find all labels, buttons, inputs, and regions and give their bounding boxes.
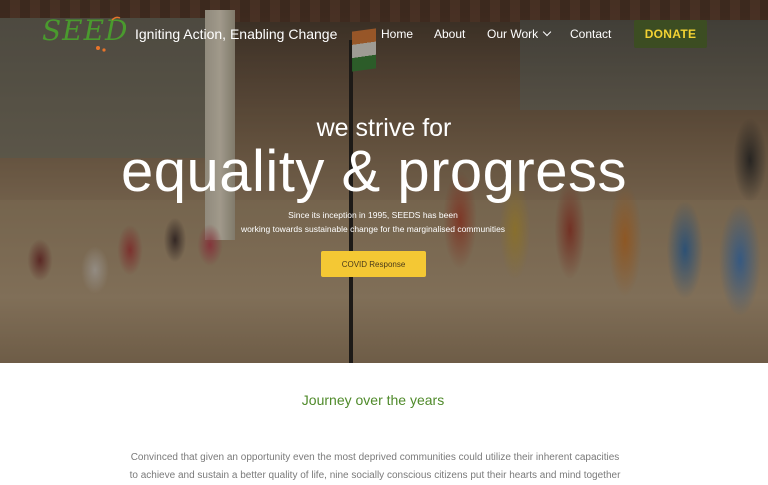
journey-heading: Journey over the years	[301, 392, 445, 408]
donate-button[interactable]: DONATE	[634, 20, 707, 48]
nav-our-work[interactable]: Our Work	[487, 27, 552, 41]
site-tagline: Igniting Action, Enabling Change	[135, 26, 338, 42]
nav-contact[interactable]: Contact	[570, 27, 611, 41]
nav-our-work-label: Our Work	[487, 27, 539, 41]
seeds-logo[interactable]: SEEDS	[42, 12, 126, 54]
logo-mark: SEEDS	[42, 14, 126, 52]
nav-home[interactable]: Home	[381, 27, 413, 41]
hero-description: Since its inception in 1995, SEEDS has b…	[0, 208, 746, 236]
nav-about[interactable]: About	[434, 27, 465, 41]
journey-paragraph-line: Convinced that given an opportunity even…	[130, 452, 620, 463]
covid-response-button[interactable]: COVID Response	[321, 251, 426, 277]
hero-title: equality & progress	[121, 139, 627, 204]
journey-paragraph-line: to achieve and sustain a better quality …	[129, 470, 621, 481]
hero-description-line: working towards sustainable change for t…	[240, 224, 506, 234]
chevron-down-icon	[542, 27, 552, 37]
hero-description-line: Since its inception in 1995, SEEDS has b…	[288, 210, 458, 220]
journey-paragraph: Convinced that given an opportunity even…	[60, 449, 690, 485]
